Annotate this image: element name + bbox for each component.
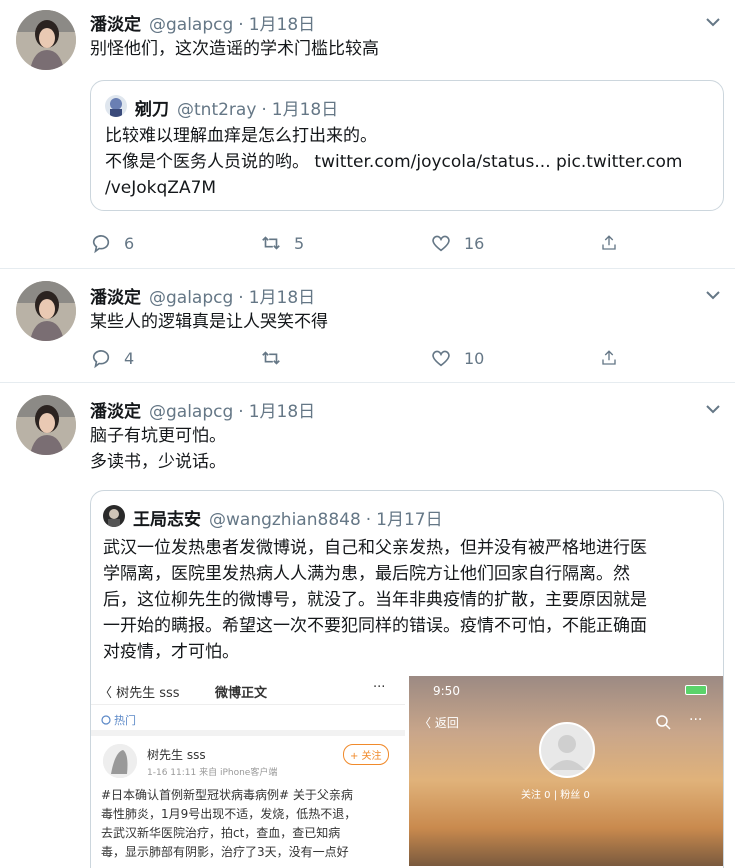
like-button[interactable]: 16 [430, 232, 600, 254]
weibo-page-title: 微博正文 [215, 686, 268, 701]
hot-label: 热门 [114, 714, 136, 727]
quoted-text: 比较难以理解血痒是怎么打出来的。 不像是个医务人员说的哟。 twitter.co… [105, 126, 683, 198]
like-button[interactable]: 10 [430, 347, 600, 369]
tweet-text: 脑子有坑更可怕。 多读书，少说话。 [90, 426, 226, 472]
quoted-tweet[interactable]: 剜刀 @tnt2ray · 1月18日 比较难以理解血痒是怎么打出来的。 不像是… [90, 80, 724, 211]
quoted-tweet[interactable]: 王局志安 @wangzhian8848 · 1月17日 武汉一位发热患者发微博说… [90, 490, 724, 868]
reply-button[interactable]: 6 [90, 232, 260, 254]
separator-dot: · [238, 402, 244, 422]
share-button[interactable] [600, 232, 630, 254]
tweet-text: 某些人的逻辑真是让人哭笑不得 [90, 312, 328, 332]
tweet-date[interactable]: 1月18日 [249, 397, 315, 422]
weibo-back-link: 〈 树先生 sss [99, 686, 180, 701]
status-time: 9:50 [433, 684, 460, 698]
reply-count: 6 [124, 233, 135, 253]
author-name[interactable]: 潘淡定 [90, 10, 141, 35]
author-name[interactable]: 潘淡定 [90, 397, 141, 422]
reply-icon [92, 235, 110, 254]
profile-stats: 关注 0 | 粉丝 0 [521, 790, 590, 801]
share-icon [602, 235, 616, 250]
author-name[interactable]: 潘淡定 [90, 283, 141, 308]
author-handle[interactable]: @galapcg [149, 402, 233, 422]
chevron-down-icon[interactable] [703, 12, 723, 32]
tweet-date[interactable]: 1月18日 [249, 10, 315, 35]
retweet-button[interactable] [260, 347, 430, 369]
more-icon: ··· [689, 712, 703, 728]
separator-dot: · [365, 510, 372, 530]
author-handle[interactable]: @galapcg [149, 15, 233, 35]
tweet-text: 别怪他们，这次造谣的学术门槛比较高 [90, 39, 379, 59]
reply-count: 4 [124, 348, 135, 368]
author-handle[interactable]: @galapcg [149, 288, 233, 308]
chevron-down-icon[interactable] [703, 285, 723, 305]
avatar[interactable] [16, 395, 76, 455]
share-icon [602, 350, 616, 365]
profile-avatar-placeholder [539, 722, 595, 778]
retweet-count: 5 [294, 233, 305, 253]
tweet[interactable]: 潘淡定 @galapcg · 1月18日 脑子有坑更可怕。 多读书，少说话。 王… [0, 383, 735, 868]
retweet-button[interactable]: 5 [260, 232, 430, 254]
separator-dot: · [238, 288, 244, 308]
like-count: 10 [464, 348, 485, 368]
quoted-text: 武汉一位发热患者发微博说，自己和父亲发热，但并没有被严格地进行医 学隔离，医院里… [103, 538, 647, 662]
reply-button[interactable]: 4 [90, 347, 260, 369]
separator-dot: · [261, 100, 267, 120]
heart-icon [432, 235, 450, 252]
reply-icon [92, 350, 110, 369]
more-icon: ··· [373, 680, 386, 695]
tweet[interactable]: 潘淡定 @galapcg · 1月18日 别怪他们，这次造谣的学术门槛比较高 剜… [0, 0, 735, 268]
retweet-icon [262, 236, 280, 250]
tweet[interactable]: 潘淡定 @galapcg · 1月18日 某些人的逻辑真是让人哭笑不得 4 10 [0, 269, 735, 382]
retweet-icon [262, 351, 280, 365]
quoted-avatar [105, 95, 127, 117]
profile-back-link: 〈 返回 [419, 716, 459, 730]
search-icon [656, 715, 671, 730]
heart-icon [432, 350, 450, 367]
tweet-date[interactable]: 1月18日 [249, 283, 315, 308]
chevron-down-icon[interactable] [703, 399, 723, 419]
follow-button: + 关注 [343, 744, 389, 765]
weibo-user-avatar [103, 744, 137, 778]
weibo-post-meta: 1-16 11:11 来自 iPhone客户端 [147, 768, 278, 778]
avatar[interactable] [16, 281, 76, 341]
weibo-post-text: #日本确认首例新型冠状病毒病例# 关于父亲病 毒性肺炎，1月9号出现不适，发烧，… [101, 788, 357, 859]
media-image-profile-screen[interactable]: 9:50 〈 返回 ··· 关注 0 | 粉丝 0 [409, 676, 723, 866]
quoted-date: 1月18日 [271, 100, 339, 120]
quoted-author-handle: @tnt2ray [177, 100, 257, 120]
weibo-user-name: 树先生 sss [147, 748, 206, 762]
quoted-author-name: 剜刀 [135, 100, 169, 120]
share-button[interactable] [600, 347, 630, 369]
quoted-author-name: 王局志安 [133, 510, 201, 530]
quoted-date: 1月17日 [376, 510, 443, 530]
location-icon [101, 715, 111, 725]
quoted-avatar [103, 505, 125, 527]
like-count: 16 [464, 233, 485, 253]
quoted-author-handle: @wangzhian8848 [209, 510, 361, 530]
battery-icon [685, 685, 707, 695]
separator-dot: · [238, 15, 244, 35]
media-image-weibo-post[interactable]: 〈 树先生 sss 微博正文 ··· 热门 树先生 sss + 关注 1-16 … [91, 676, 407, 866]
avatar[interactable] [16, 10, 76, 70]
